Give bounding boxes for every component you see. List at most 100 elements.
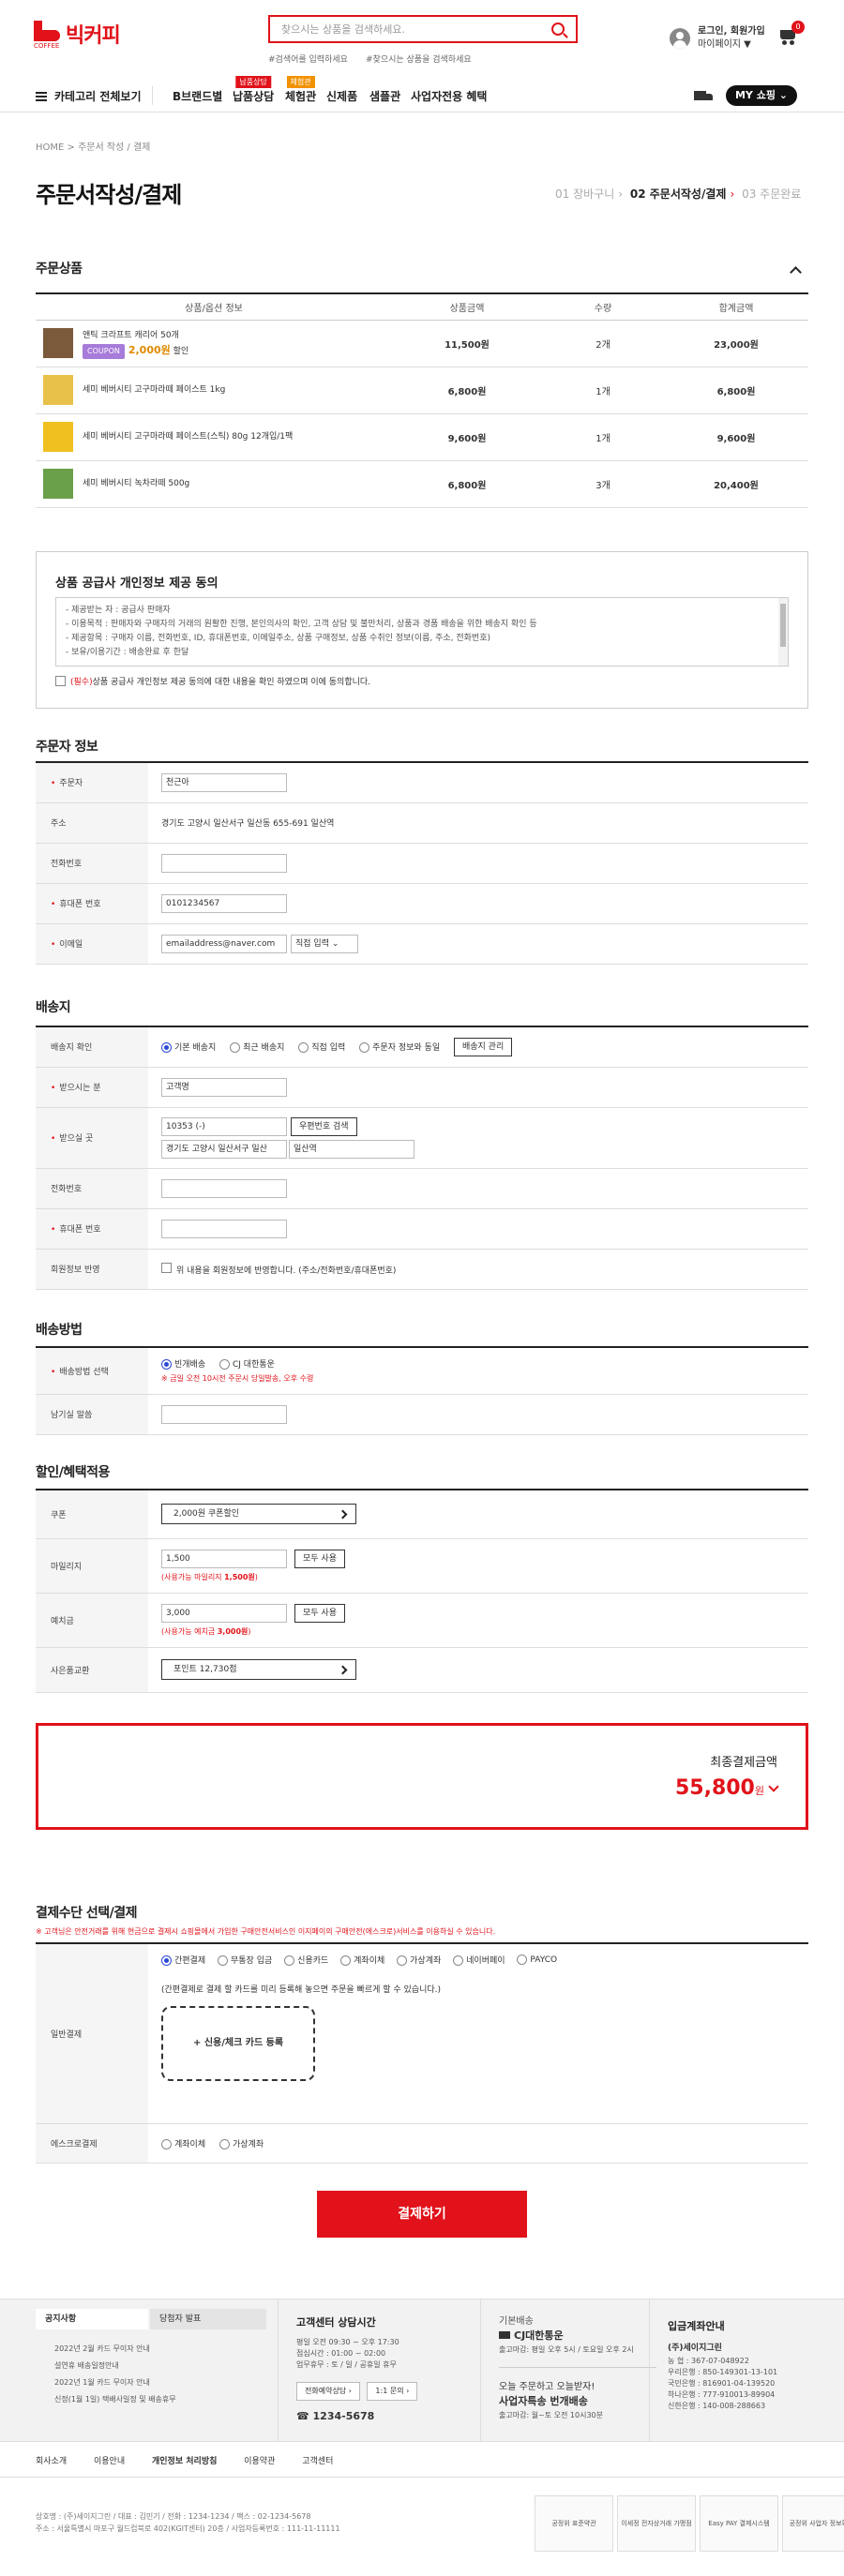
- notice-item[interactable]: 설연휴 배송일정안내: [54, 2358, 176, 2374]
- order-steps: 01 장바구니 › 02 주문서작성/결제 › 03 주문완료: [555, 187, 802, 201]
- notice-item[interactable]: 신정(1월 1일) 택배사일정 및 배송휴무: [54, 2391, 176, 2408]
- deposit-use-all-button[interactable]: 모두 사용: [294, 1603, 345, 1623]
- product-thumbnail[interactable]: [43, 422, 73, 452]
- zipcode-input[interactable]: 10353 (-): [161, 1116, 287, 1136]
- cs-title: 고객센터 상담시간: [296, 2316, 376, 2329]
- pay-option-card[interactable]: 신용카드: [284, 1954, 328, 1966]
- hashtag-1[interactable]: #검색어를 입력하세요: [268, 52, 348, 65]
- mileage-input[interactable]: 1,500: [161, 1549, 287, 1568]
- footer-divider: [499, 2367, 656, 2368]
- gift-label: 사은품교환: [36, 1647, 148, 1693]
- pay-button[interactable]: 결제하기: [317, 2191, 527, 2238]
- nav-business[interactable]: 사업자전용 혜택: [411, 88, 487, 104]
- pay-option-virtual[interactable]: 가상계좌: [397, 1954, 441, 1966]
- link-about[interactable]: 회사소개: [36, 2457, 67, 2466]
- user-menu[interactable]: 로그인, 회원가입 마이페이지 ▼: [670, 25, 765, 52]
- step-cart: 01 장바구니: [555, 187, 615, 201]
- escrow-option-virtual[interactable]: 가상계좌: [219, 2137, 264, 2149]
- cart-icon[interactable]: 0: [778, 21, 805, 45]
- gift-select-button[interactable]: 포인트 12,730점: [161, 1659, 356, 1680]
- email-domain-select[interactable]: 직접 입력 ⌄: [291, 934, 358, 953]
- delivery-title: 배송방법: [36, 1323, 83, 1338]
- reflect-checkbox[interactable]: [161, 1262, 172, 1273]
- link-guide[interactable]: 이용안내: [94, 2457, 125, 2466]
- ship-mobile-input[interactable]: [161, 1219, 287, 1238]
- product-name[interactable]: 세미 베버시티 고구마라떼 페이스트(스틱) 80g 12개입/1팩: [83, 429, 293, 444]
- pay-option-transfer[interactable]: 계좌이체: [340, 1954, 384, 1966]
- ship-company: CJ대한통운: [499, 2328, 564, 2343]
- search-icon[interactable]: [551, 22, 565, 36]
- pay-option-simple[interactable]: 간편결제: [161, 1954, 205, 1966]
- address1-input[interactable]: 경기도 고양시 일산서구 일산: [161, 1139, 287, 1159]
- recipient-input[interactable]: 고객명: [161, 1077, 287, 1097]
- biz-ship-note: 출고마감: 월~토 오전 10시30분: [499, 2411, 603, 2419]
- my-shopping-button[interactable]: MY 쇼핑 ⌄: [726, 85, 797, 106]
- ship-option-direct[interactable]: 직접 입력: [298, 1041, 345, 1054]
- mileage-use-all-button[interactable]: 모두 사용: [294, 1549, 345, 1568]
- inquiry-button[interactable]: 1:1 문의 ›: [367, 2382, 418, 2401]
- mileage-note: (사용가능 마일리지 1,500원): [161, 1572, 258, 1581]
- tab-winners[interactable]: 당첨자 발표: [150, 2309, 266, 2329]
- product-thumbnail[interactable]: [43, 328, 73, 358]
- nav-sample[interactable]: 샘플관: [369, 88, 400, 104]
- notice-item[interactable]: 2022년 2월 카드 무이자 안내: [54, 2341, 176, 2358]
- address2-input[interactable]: 일산역: [289, 1139, 414, 1159]
- ship-tel-input[interactable]: [161, 1178, 287, 1198]
- delivery-option-cj[interactable]: CJ 대한통운: [219, 1357, 275, 1370]
- radio-icon: [517, 1954, 528, 1965]
- manage-address-button[interactable]: 배송지 관리: [453, 1037, 513, 1056]
- ship-option-default[interactable]: 기본 배송지: [161, 1041, 216, 1054]
- product-name[interactable]: 세미 베버시티 고구마라떼 페이스트 1kg: [83, 382, 225, 397]
- reflect-checkbox-row[interactable]: 위 내용을 회원정보에 반영합니다. (주소/전화번호/휴대폰번호): [148, 1249, 808, 1290]
- mypage-link[interactable]: 마이페이지 ▼: [698, 39, 751, 50]
- ship-option-same[interactable]: 주문자 정보와 동일: [359, 1041, 440, 1054]
- pay-option-bank[interactable]: 무통장 입금: [218, 1954, 272, 1966]
- consent-checkbox[interactable]: [55, 676, 66, 686]
- zipcode-search-button[interactable]: 우편번호 검색: [291, 1116, 357, 1136]
- tab-notice[interactable]: 공지사항: [36, 2309, 148, 2329]
- bank-account: 우리은행 : 850-149301-13-101: [668, 2368, 778, 2376]
- ship-option-recent[interactable]: 최근 배송지: [230, 1041, 284, 1054]
- final-total-box: 최종결제금액 55,800원: [36, 1723, 808, 1830]
- phone-reserve-button[interactable]: 전화예약상담 ›: [296, 2382, 360, 2401]
- link-privacy[interactable]: 개인정보 처리방침: [152, 2457, 217, 2466]
- orderer-tel-input[interactable]: [161, 853, 287, 873]
- login-link[interactable]: 로그인, 회원가입: [698, 26, 765, 37]
- memo-input[interactable]: [161, 1404, 287, 1424]
- search-input[interactable]: 찾으시는 상품을 검색하세요.: [281, 22, 551, 37]
- hashtag-2[interactable]: #찾으시는 상품을 검색하세요: [366, 52, 472, 65]
- orderer-name-input[interactable]: 천근아: [161, 772, 287, 792]
- truck-icon[interactable]: [694, 91, 713, 102]
- pay-option-payco[interactable]: PAYCO: [517, 1954, 557, 1965]
- scrollbar[interactable]: [778, 598, 788, 666]
- badge-ftc-terms[interactable]: 공정위 표준약관: [535, 2495, 613, 2552]
- escrow-option-transfer[interactable]: 계좌이체: [161, 2137, 205, 2149]
- product-name[interactable]: 앤틱 크라프트 캐리어 50개: [83, 331, 179, 340]
- search-bar[interactable]: 찾으시는 상품을 검색하세요.: [268, 15, 578, 43]
- product-thumbnail[interactable]: [43, 469, 73, 499]
- badge-easypay[interactable]: Easy PAY 결제시스템: [700, 2495, 778, 2552]
- product-thumbnail[interactable]: [43, 375, 73, 405]
- badge-ecommerce[interactable]: 이세정 전자상거래 가맹점: [617, 2495, 696, 2552]
- orderer-email-input[interactable]: emailaddress@naver.com: [161, 934, 287, 953]
- register-card-button[interactable]: + 신용/체크 카드 등록: [161, 2006, 315, 2081]
- link-terms[interactable]: 이용약관: [244, 2457, 275, 2466]
- nav-experience[interactable]: 체험관 체험관: [285, 76, 316, 104]
- deposit-input[interactable]: 3,000: [161, 1603, 287, 1623]
- collapse-chevron-icon[interactable]: [790, 266, 802, 278]
- badge-ftc-biz[interactable]: 공정위 사업자 정보확인: [782, 2495, 844, 2552]
- final-total-value[interactable]: 55,800원: [675, 1776, 779, 1800]
- nav-supply[interactable]: 납품상담 납품상담: [233, 76, 274, 104]
- category-button[interactable]: 카테고리 전체보기: [36, 88, 142, 104]
- consent-checkbox-row[interactable]: (필수) 상품 공급사 개인정보 제공 동의에 대한 내용을 확인 하였으며 이…: [55, 675, 370, 687]
- notice-item[interactable]: 2022년 1월 카드 무이자 안내: [54, 2374, 176, 2391]
- link-cs[interactable]: 고객센터: [302, 2457, 333, 2466]
- nav-new[interactable]: 신제품: [326, 88, 357, 104]
- consent-text-area[interactable]: - 제공받는 자 : 공급사 판매자 - 이용목적 : 판매자와 구매자의 거래…: [55, 597, 789, 666]
- product-name[interactable]: 세미 베버시티 녹차라떼 500g: [83, 476, 189, 491]
- delivery-option-lightning[interactable]: 빈개배송: [161, 1357, 205, 1370]
- coupon-select-button[interactable]: 2,000원 쿠폰할인: [161, 1504, 356, 1525]
- orderer-mobile-input[interactable]: 0101234567: [161, 893, 287, 913]
- nav-brand[interactable]: B브랜드별: [173, 88, 222, 104]
- pay-option-naverpay[interactable]: 네이버페이: [453, 1954, 505, 1966]
